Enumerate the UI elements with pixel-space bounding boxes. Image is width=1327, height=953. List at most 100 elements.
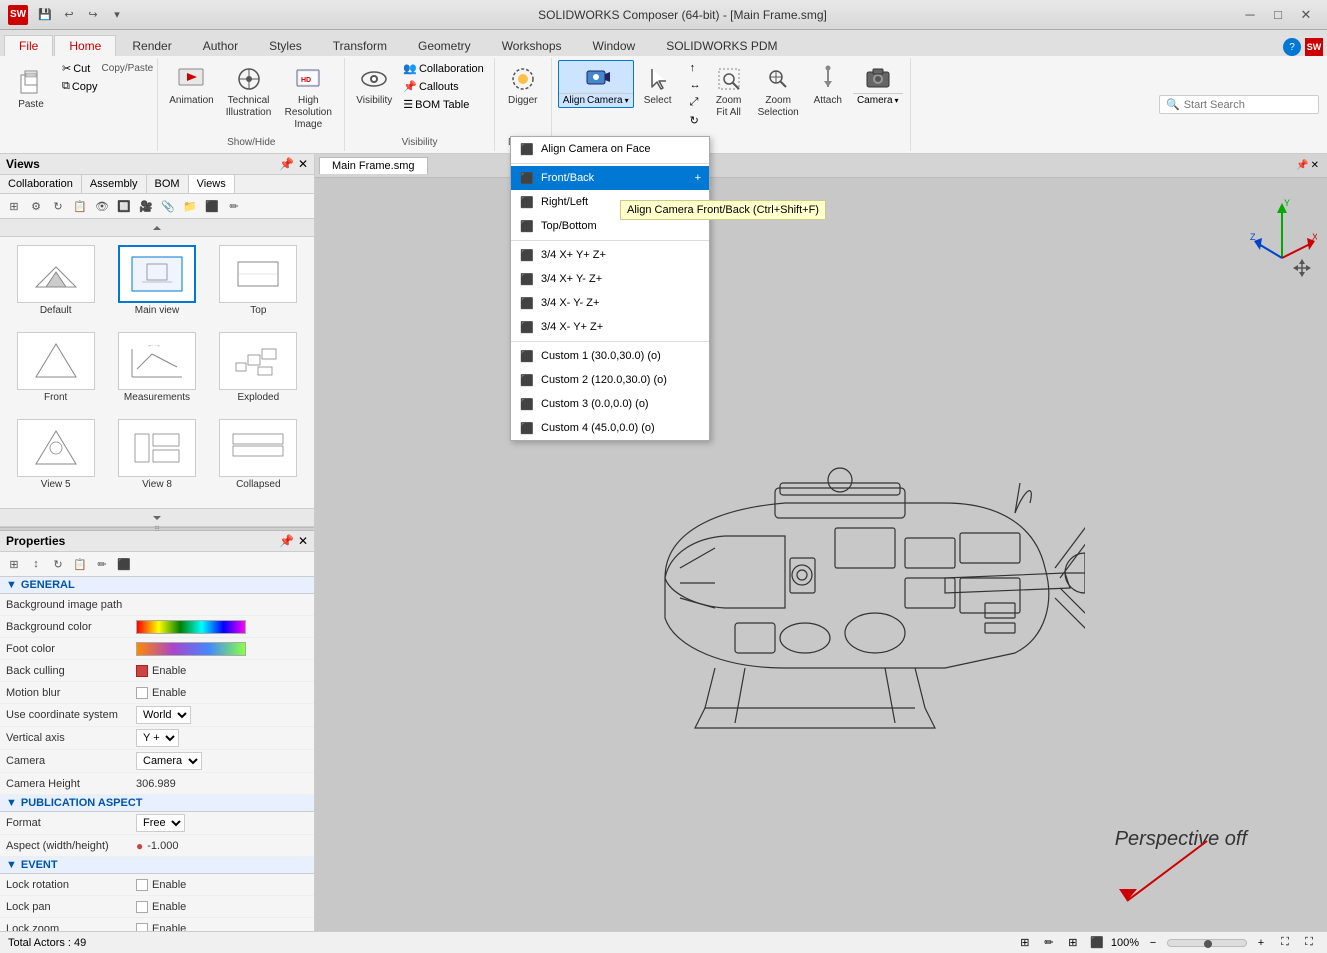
- help-icon[interactable]: ?: [1283, 38, 1301, 56]
- views-tab-collaboration[interactable]: Collaboration: [0, 175, 82, 193]
- vtb-btn-8[interactable]: 📎: [158, 196, 178, 216]
- dropdown-item-custom2[interactable]: ⬛ Custom 2 (120.0,30.0) (o): [511, 368, 709, 392]
- props-coord-sys-value[interactable]: World: [136, 706, 308, 724]
- props-pin-btn[interactable]: 📌: [279, 534, 294, 548]
- status-btn-1[interactable]: ⊞: [1015, 934, 1035, 952]
- vert-axis-dropdown[interactable]: Y +: [136, 729, 179, 747]
- status-btn-4[interactable]: ⬛: [1087, 934, 1107, 952]
- status-btn-grid[interactable]: ⊞: [1063, 934, 1083, 952]
- dropdown-item-front-back[interactable]: ⬛ Front/Back +: [511, 166, 709, 190]
- viewport-canvas[interactable]: Perspective off Y X: [315, 178, 1327, 931]
- tab-solidworks-pdm[interactable]: SOLIDWORKS PDM: [651, 35, 792, 56]
- move-lr-btn[interactable]: ↔: [686, 77, 705, 93]
- coord-sys-dropdown[interactable]: World: [136, 706, 191, 724]
- props-close-btn[interactable]: ✕: [298, 534, 308, 548]
- section-header-general[interactable]: ▼ GENERAL: [0, 577, 314, 594]
- animation-button[interactable]: Animation: [164, 60, 218, 110]
- dropdown-item-3q-4[interactable]: ⬛ 3/4 X- Y+ Z+: [511, 315, 709, 339]
- list-item[interactable]: View 8: [109, 419, 204, 500]
- list-item[interactable]: ←→ Measurements: [109, 332, 204, 413]
- vtb-btn-10[interactable]: ⬛: [202, 196, 222, 216]
- dropdown-item-3q-3[interactable]: ⬛ 3/4 X- Y- Z+: [511, 291, 709, 315]
- camera-button[interactable]: Camera ▾: [852, 60, 904, 108]
- dropdown-item-right-left[interactable]: ⬛ Right/Left: [511, 190, 709, 214]
- zoom-slider[interactable]: [1167, 939, 1247, 947]
- tab-close-btn[interactable]: ✕: [1311, 160, 1319, 171]
- ptb-6[interactable]: ⬛: [114, 554, 134, 574]
- search-input[interactable]: [1184, 99, 1312, 111]
- close-btn[interactable]: ✕: [1293, 5, 1319, 25]
- tab-home[interactable]: Home: [54, 35, 116, 56]
- dropdown-item-custom3[interactable]: ⬛ Custom 3 (0.0,0.0) (o): [511, 392, 709, 416]
- views-tab-views[interactable]: Views: [189, 175, 235, 193]
- save-quick-btn[interactable]: 💾: [34, 4, 56, 26]
- minimize-btn[interactable]: ─: [1237, 5, 1263, 25]
- foot-color-bar[interactable]: [136, 642, 246, 656]
- format-dropdown[interactable]: Free: [136, 814, 185, 832]
- views-close-btn[interactable]: ✕: [298, 157, 308, 171]
- vtb-btn-9[interactable]: 📁: [180, 196, 200, 216]
- cut-button[interactable]: ✂ Cut: [58, 60, 102, 77]
- ptb-1[interactable]: ⊞: [4, 554, 24, 574]
- move-arrows-btn[interactable]: ⤢: [686, 94, 705, 111]
- dropdown-item-custom4[interactable]: ⬛ Custom 4 (45.0,0.0) (o): [511, 416, 709, 440]
- bom-table-button[interactable]: ☰ BOM Table: [399, 96, 488, 113]
- dropdown-item-3q-1[interactable]: ⬛ 3/4 X+ Y+ Z+: [511, 243, 709, 267]
- ptb-2[interactable]: ↕: [26, 554, 46, 574]
- copy-button[interactable]: ⧉ Copy: [58, 78, 102, 95]
- align-camera-top[interactable]: [559, 61, 633, 94]
- customize-quick-btn[interactable]: ▾: [106, 4, 128, 26]
- vtb-btn-1[interactable]: ⊞: [4, 196, 24, 216]
- props-camera-value[interactable]: Camera: [136, 752, 308, 770]
- section-header-publication[interactable]: ▼ PUBLICATION ASPECT: [0, 795, 314, 812]
- back-culling-checkbox[interactable]: [136, 665, 148, 677]
- tab-transform[interactable]: Transform: [318, 35, 402, 56]
- list-item[interactable]: Top: [211, 245, 306, 326]
- list-item[interactable]: View 5: [8, 419, 103, 500]
- views-scroll-up[interactable]: [0, 219, 314, 237]
- attach-button[interactable]: Attach: [806, 60, 850, 110]
- vtb-btn-7[interactable]: 🎥: [136, 196, 156, 216]
- undo-quick-btn[interactable]: ↩: [58, 4, 80, 26]
- props-vert-axis-value[interactable]: Y +: [136, 729, 308, 747]
- align-camera-button[interactable]: Align Camera ▾: [558, 60, 634, 108]
- tab-render[interactable]: Render: [117, 35, 186, 56]
- zoom-fit-all-button[interactable]: ZoomFit All: [707, 60, 751, 122]
- list-item[interactable]: Exploded: [211, 332, 306, 413]
- views-pin-btn[interactable]: 📌: [279, 157, 294, 171]
- expand-btn[interactable]: ⛶: [1299, 934, 1319, 952]
- visibility-button[interactable]: Visibility: [351, 60, 397, 110]
- zoom-selection-button[interactable]: ZoomSelection: [753, 60, 804, 122]
- tab-window[interactable]: Window: [578, 35, 651, 56]
- align-camera-label[interactable]: Align Camera ▾: [559, 94, 633, 107]
- digger-button[interactable]: Digger: [501, 60, 545, 110]
- lock-rot-checkbox[interactable]: [136, 879, 148, 891]
- vtb-btn-11[interactable]: ✏: [224, 196, 244, 216]
- ptb-5[interactable]: ✏: [92, 554, 112, 574]
- views-tab-assembly[interactable]: Assembly: [82, 175, 147, 193]
- orbit-btn[interactable]: ↻: [686, 112, 705, 129]
- views-tab-bom[interactable]: BOM: [147, 175, 189, 193]
- list-item[interactable]: Default: [8, 245, 103, 326]
- vtb-btn-5[interactable]: 👁: [92, 196, 112, 216]
- lock-zoom-checkbox[interactable]: [136, 923, 148, 932]
- tab-workshops[interactable]: Workshops: [487, 35, 577, 56]
- tab-author[interactable]: Author: [188, 35, 253, 56]
- tab-file[interactable]: File: [4, 35, 53, 56]
- zoom-out-btn[interactable]: −: [1143, 934, 1163, 952]
- callouts-button[interactable]: 📌 Callouts: [399, 78, 488, 95]
- move-up-btn[interactable]: ↑: [686, 60, 705, 76]
- props-format-value[interactable]: Free: [136, 814, 308, 832]
- dropdown-item-top-bottom[interactable]: ⬛ Top/Bottom: [511, 214, 709, 238]
- list-item[interactable]: Front: [8, 332, 103, 413]
- vtb-btn-3[interactable]: ↻: [48, 196, 68, 216]
- sw-help-icon[interactable]: SW: [1305, 38, 1323, 56]
- vtb-btn-6[interactable]: 🔲: [114, 196, 134, 216]
- section-header-event[interactable]: ▼ EVENT: [0, 857, 314, 874]
- tab-styles[interactable]: Styles: [254, 35, 317, 56]
- tab-geometry[interactable]: Geometry: [403, 35, 486, 56]
- list-item[interactable]: Collapsed: [211, 419, 306, 500]
- views-scroll-down[interactable]: [0, 508, 314, 526]
- fit-window-btn[interactable]: ⛶: [1275, 934, 1295, 952]
- high-res-image-button[interactable]: HD High ResolutionImage: [278, 60, 338, 134]
